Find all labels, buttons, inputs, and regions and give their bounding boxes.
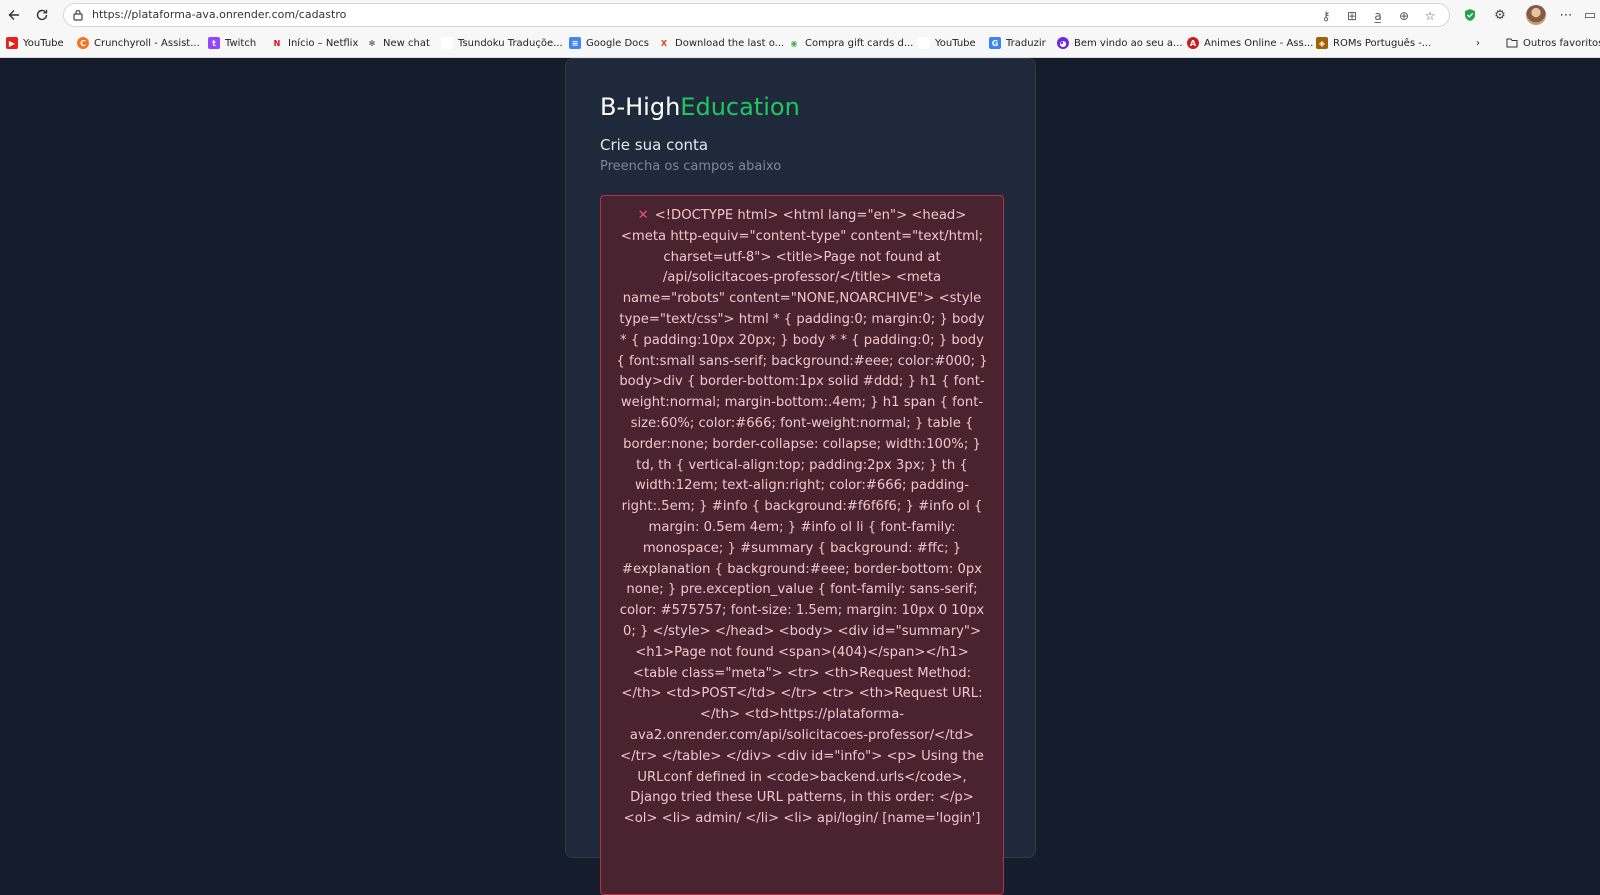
youtube-icon: ▶ xyxy=(6,37,18,49)
translate-icon: G xyxy=(989,37,1001,49)
bookmark-gift-cards[interactable]: ◉ Compra gift cards d... xyxy=(788,35,914,51)
brand-logo: B-HighEducation xyxy=(600,93,800,121)
signup-card: B-HighEducation Crie sua conta Preencha … xyxy=(565,58,1036,895)
shield-icon[interactable] xyxy=(1460,5,1480,25)
other-favorites-folder[interactable]: Outros favoritos xyxy=(1506,35,1600,51)
bookmark-animes-online[interactable]: A Animes Online - Ass... xyxy=(1187,35,1313,51)
bookmark-youtube[interactable]: ▶ YouTube xyxy=(6,35,64,51)
favorite-star-icon[interactable]: ☆ xyxy=(1422,8,1438,24)
address-bar[interactable]: https://plataforma-ava.onrender.com/cada… xyxy=(63,3,1450,27)
bookmark-youtube-2[interactable]: YouTube xyxy=(918,35,976,51)
x-icon: X xyxy=(660,38,668,48)
error-message: <!DOCTYPE html> <html lang="en"> <head> … xyxy=(616,208,988,827)
form-subtitle: Preencha os campos abaixo xyxy=(600,159,782,174)
error-x-icon: ✕ xyxy=(637,208,649,223)
chrome-icon: ◉ xyxy=(790,38,798,48)
sidebar-icon[interactable]: ▭ xyxy=(1580,5,1600,25)
error-alert: ✕ <!DOCTYPE html> <html lang="en"> <head>… xyxy=(600,195,1004,895)
google-docs-icon: ≡ xyxy=(569,37,581,49)
twitch-icon: t xyxy=(208,37,220,49)
bookmarks-bar: ▶ YouTube C Crunchyroll - Assist... t Tw… xyxy=(0,33,1600,53)
bookmark-netflix[interactable]: N Início – Netflix xyxy=(271,35,359,51)
tsundoku-icon xyxy=(441,37,453,49)
chevron-right-icon[interactable]: › xyxy=(1476,35,1480,51)
back-arrow-icon[interactable] xyxy=(3,4,25,26)
youtube-blank-icon xyxy=(918,37,930,49)
bookmark-crunchyroll[interactable]: C Crunchyroll - Assist... xyxy=(77,35,200,51)
read-aloud-icon[interactable]: a̲ xyxy=(1370,8,1386,24)
lock-icon[interactable] xyxy=(72,9,84,21)
brand-prefix: B-High xyxy=(600,93,681,121)
refresh-icon[interactable] xyxy=(31,4,53,26)
more-menu-icon[interactable]: ⋯ xyxy=(1556,5,1576,25)
browser-toolbar: https://plataforma-ava.onrender.com/cada… xyxy=(0,0,1600,30)
zoom-icon[interactable]: ⊕ xyxy=(1396,8,1412,24)
bookmark-google-docs[interactable]: ≡ Google Docs xyxy=(569,35,649,51)
avatar[interactable] xyxy=(1526,5,1546,25)
bookmark-roms[interactable]: ◈ ROMs Português -... xyxy=(1316,35,1431,51)
bookmark-traduzir[interactable]: G Traduzir xyxy=(989,35,1046,51)
bookmark-tsundoku[interactable]: Tsundoku Traduçõe... xyxy=(441,35,563,51)
roms-icon: ◈ xyxy=(1316,37,1328,49)
bookmark-new-chat[interactable]: ✻ New chat xyxy=(366,35,430,51)
bookmark-twitch[interactable]: t Twitch xyxy=(208,35,256,51)
netflix-icon: N xyxy=(273,38,281,48)
key-icon[interactable]: ⚷ xyxy=(1318,8,1334,24)
page-body: B-HighEducation Crie sua conta Preencha … xyxy=(0,58,1600,895)
brand-accent: Education xyxy=(680,93,800,121)
chat-icon: ◕ xyxy=(1057,37,1069,49)
url-text[interactable]: https://plataforma-ava.onrender.com/cada… xyxy=(92,8,346,21)
bookmark-download[interactable]: X Download the last o... xyxy=(658,35,784,51)
bookmark-bem-vindo[interactable]: ◕ Bem vindo ao seu a... xyxy=(1057,35,1183,51)
anime-icon: A xyxy=(1187,37,1199,49)
openai-icon: ✻ xyxy=(368,38,376,48)
app-grid-icon[interactable]: ⊞ xyxy=(1344,8,1360,24)
browser-chrome: https://plataforma-ava.onrender.com/cada… xyxy=(0,0,1600,58)
form-title: Crie sua conta xyxy=(600,136,709,154)
extensions-icon[interactable]: ⚙ xyxy=(1490,5,1510,25)
folder-icon xyxy=(1506,37,1518,49)
crunchyroll-icon: C xyxy=(77,37,89,49)
